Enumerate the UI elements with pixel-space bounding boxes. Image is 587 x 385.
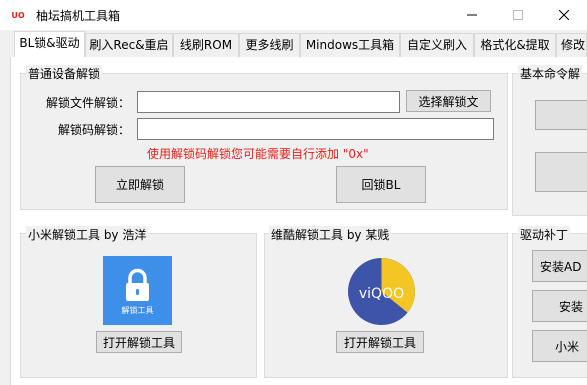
tab-format-extract[interactable]: 格式化&提取	[474, 33, 556, 57]
xiaomi-open-unlock-tool-button[interactable]: 打开解锁工具	[96, 331, 182, 353]
close-icon	[559, 10, 569, 20]
app-logo-icon: UO	[8, 8, 28, 22]
relock-bl-button[interactable]: 回锁BL	[336, 166, 426, 203]
tab-custom-flash[interactable]: 自定义刷入	[400, 33, 474, 57]
tab-bl-lock-driver[interactable]: BL锁&驱动	[14, 31, 85, 57]
svg-text:UO: UO	[11, 11, 24, 20]
maximize-icon	[513, 10, 523, 20]
viqoo-logo-icon: viQOO	[348, 258, 415, 325]
basic-command-group	[512, 73, 587, 216]
basic-command-button-1[interactable]	[535, 100, 587, 130]
minimize-icon	[467, 14, 477, 16]
unlock-code-warning: 使用解锁码解锁您可能需要自行添加 "0x"	[147, 147, 369, 161]
unlock-code-input[interactable]	[137, 118, 494, 140]
unlock-tool-icon-label: 解锁工具	[121, 306, 154, 315]
app-window: UO 柚坛搞机工具箱 BL锁&驱动 刷入Rec&重启 线刷ROM 更多线刷 Mi…	[0, 0, 587, 385]
unlock-file-label: 解锁文件解锁：	[46, 96, 131, 110]
basic-command-button-2[interactable]	[535, 152, 587, 192]
tab-flash-rec-reboot[interactable]: 刷入Rec&重启	[85, 33, 173, 57]
install-driver-button[interactable]: 安装	[532, 290, 587, 322]
unlock-now-button[interactable]: 立即解锁	[95, 166, 185, 203]
minimize-button[interactable]	[449, 0, 495, 30]
close-button[interactable]	[541, 0, 587, 30]
driver-patch-group-title: 驱动补丁	[518, 226, 571, 243]
unlock-tool-icon: 解锁工具	[103, 256, 172, 325]
xiaomi-unlock-tool-group-title: 小米解锁工具 by 浩洋	[26, 226, 149, 243]
tab-mindows-toolbox[interactable]: Mindows工具箱	[300, 33, 400, 57]
tab-line-flash-rom[interactable]: 线刷ROM	[173, 33, 239, 57]
viqoo-logo-text: viQOO	[359, 286, 404, 302]
unlock-file-input[interactable]	[137, 91, 400, 113]
normal-unlock-group-title: 普通设备解锁	[26, 65, 103, 82]
vivo-open-unlock-tool-button[interactable]: 打开解锁工具	[336, 331, 424, 353]
tab-more-line-flash[interactable]: 更多线刷	[239, 33, 300, 57]
window-title: 柚坛搞机工具箱	[36, 9, 121, 23]
choose-unlock-file-button[interactable]: 选择解锁文	[406, 90, 491, 112]
vivo-unlock-tool-group-title: 维酷解锁工具 by 某贱	[269, 226, 392, 243]
xiaomi-driver-button[interactable]: 小米	[532, 330, 587, 362]
maximize-button[interactable]	[495, 0, 541, 30]
install-adb-driver-button[interactable]: 安装AD	[532, 250, 587, 282]
title-bar: UO 柚坛搞机工具箱	[0, 0, 587, 30]
tab-modify[interactable]: 修改	[556, 33, 587, 57]
basic-command-group-title: 基本命令解	[518, 65, 583, 82]
unlock-code-label: 解锁码解锁：	[58, 123, 131, 137]
